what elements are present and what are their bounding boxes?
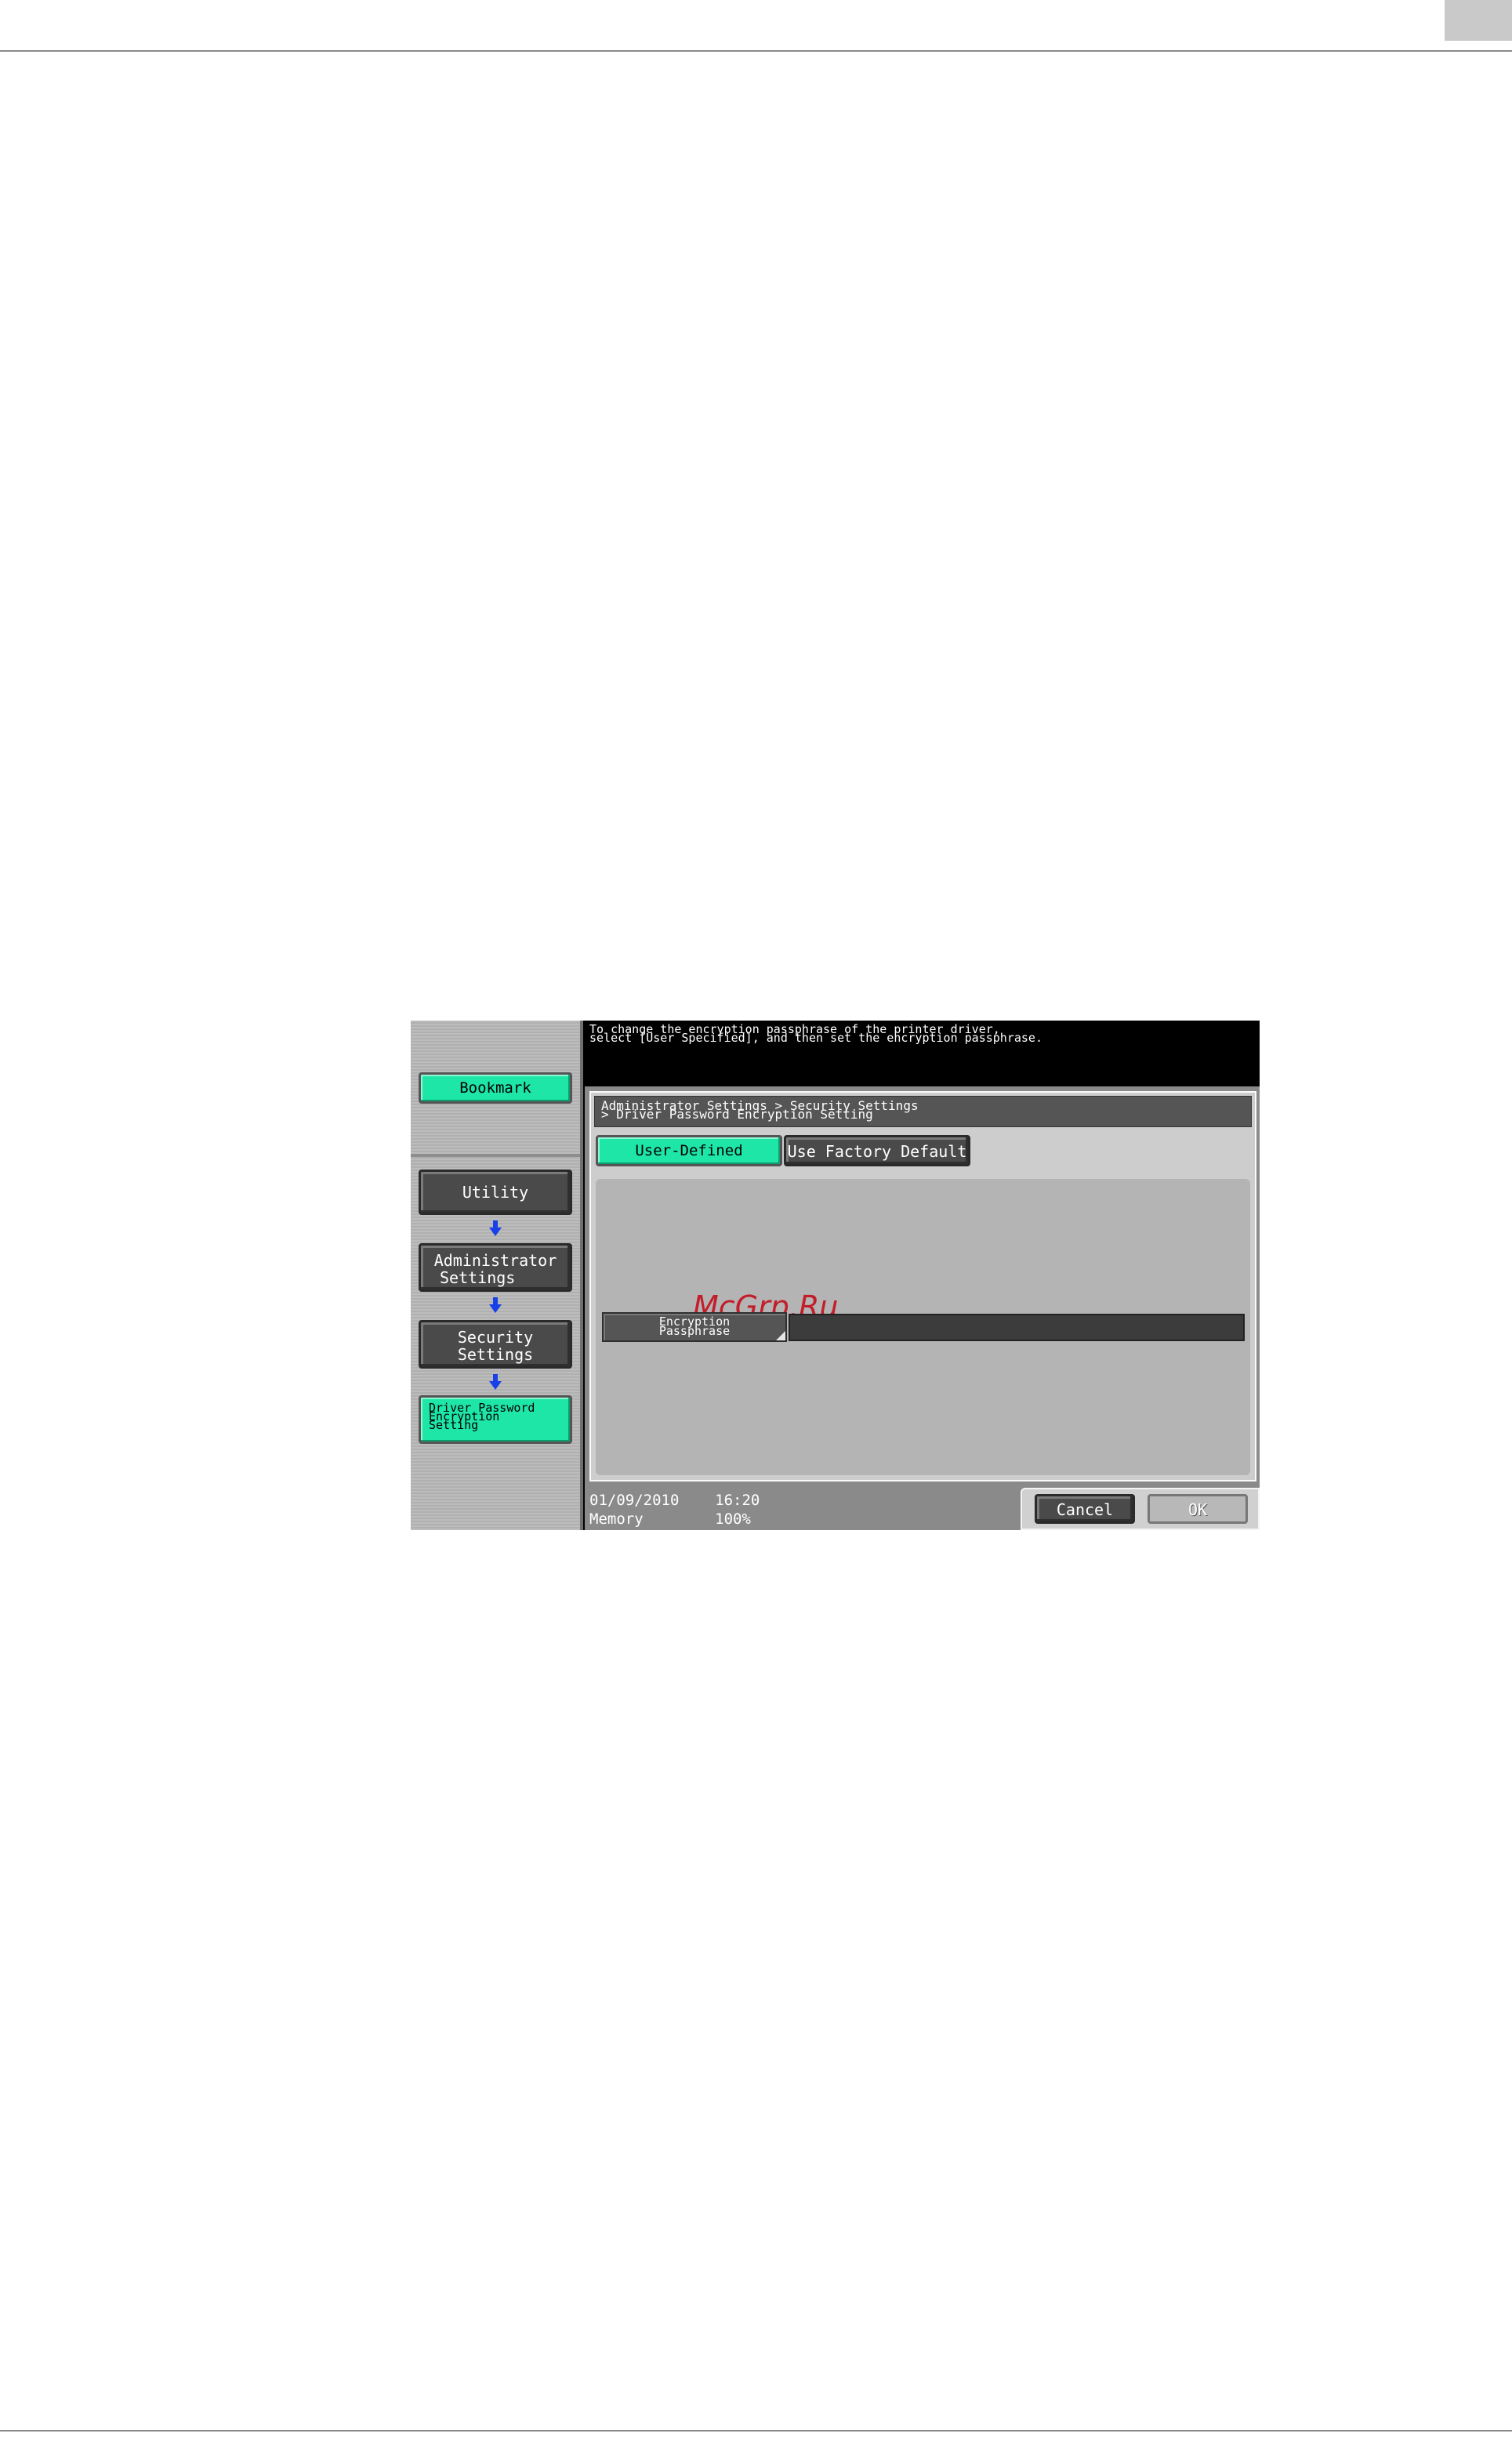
sidebar-edge — [580, 1021, 583, 1530]
passphrase-area: McGrp.Ru Encryption Passphrase — [596, 1179, 1250, 1475]
encryption-passphrase-button[interactable]: Encryption Passphrase — [602, 1312, 787, 1342]
driver-label-line3: Setting — [429, 1418, 479, 1432]
page-header-rule — [0, 50, 1512, 52]
bookmark-button[interactable]: Bookmark — [419, 1072, 572, 1104]
utility-label: Utility — [462, 1183, 529, 1202]
passphrase-label-line2: Passphrase — [658, 1324, 731, 1338]
ok-button[interactable]: OK — [1148, 1494, 1248, 1524]
settings-window: Administrator Settings > Security Settin… — [585, 1086, 1260, 1530]
sidebar-divider — [411, 1154, 580, 1157]
administrator-settings-button[interactable]: Administrator Settings — [419, 1243, 572, 1292]
security-settings-button[interactable]: Security Settings — [419, 1320, 572, 1369]
ok-label: OK — [1187, 1500, 1208, 1519]
page-corner-tab — [1445, 0, 1512, 41]
encryption-passphrase-field[interactable] — [789, 1314, 1245, 1341]
driver-password-encryption-setting-button[interactable]: Driver Password Encryption Setting — [419, 1395, 572, 1444]
utility-button[interactable]: Utility — [419, 1170, 572, 1215]
tab-user-defined[interactable]: User-Defined — [596, 1135, 782, 1166]
arrow-down-icon — [489, 1374, 502, 1390]
admin-label-line1: Administrator — [433, 1251, 557, 1270]
sidebar: Bookmark Utility Administrator Settings … — [411, 1021, 580, 1530]
breadcrumb: Administrator Settings > Security Settin… — [594, 1096, 1252, 1127]
instruction-message: To change the encryption passphrase of t… — [589, 1024, 1042, 1045]
tab-factory-default-label: Use Factory Default — [787, 1142, 967, 1161]
arrow-down-icon — [489, 1220, 502, 1236]
status-bar: 01/09/2010 16:20 Memory 100% — [589, 1491, 760, 1529]
security-label-line1: Security — [457, 1328, 534, 1347]
control-panel-screen: Bookmark Utility Administrator Settings … — [411, 1021, 1260, 1530]
memory-value: 100% — [715, 1510, 751, 1528]
cancel-label: Cancel — [1056, 1500, 1114, 1519]
security-label-line2: Settings — [457, 1345, 534, 1364]
cancel-button[interactable]: Cancel — [1035, 1494, 1135, 1524]
corner-triangle-icon — [776, 1331, 785, 1340]
tab-user-defined-label: User-Defined — [635, 1142, 743, 1159]
memory-label: Memory — [589, 1510, 644, 1528]
bookmark-label: Bookmark — [459, 1079, 531, 1097]
breadcrumb-line2: > Driver Password Encryption Setting — [601, 1107, 873, 1122]
action-buttons: Cancel OK — [1021, 1488, 1260, 1530]
admin-label-line2: Settings — [440, 1268, 516, 1287]
status-date: 01/09/2010 — [589, 1492, 680, 1509]
status-time: 16:20 — [715, 1492, 760, 1509]
tab-use-factory-default[interactable]: Use Factory Default — [784, 1135, 970, 1166]
message-line2: select [User Specified], and then set th… — [589, 1031, 1042, 1045]
arrow-down-icon — [489, 1297, 502, 1313]
settings-content: Administrator Settings > Security Settin… — [589, 1091, 1256, 1481]
page-footer-rule — [0, 2430, 1512, 2432]
